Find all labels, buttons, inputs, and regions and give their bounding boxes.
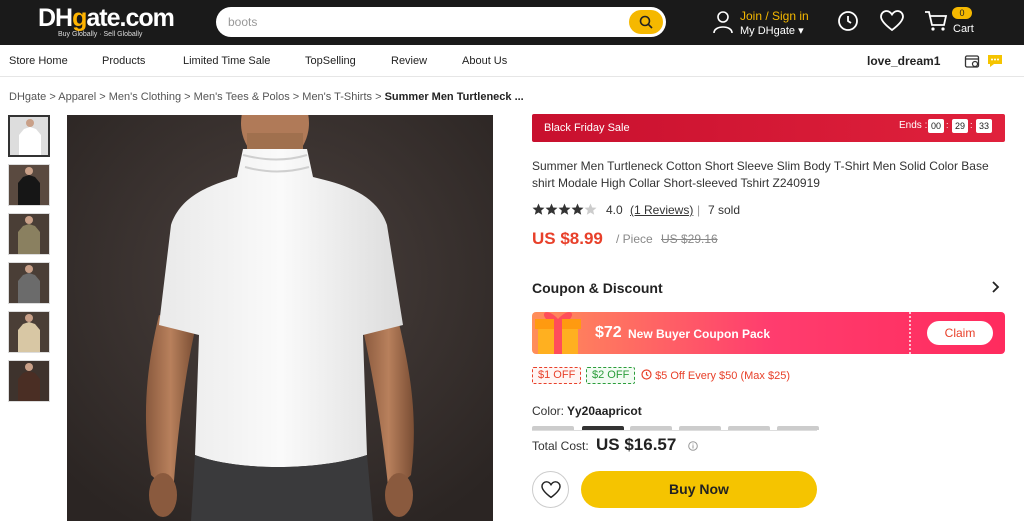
thumbnail-brown[interactable] [8, 360, 50, 402]
rating-stars [532, 203, 597, 215]
coupon-amount: $72 [595, 324, 622, 341]
thumbnail-olive[interactable] [8, 213, 50, 255]
thumbnail-black[interactable] [8, 164, 50, 206]
search-button[interactable] [629, 10, 663, 34]
nav-store-home[interactable]: Store Home [9, 55, 68, 67]
coupon-tag[interactable]: $2 OFF [586, 367, 636, 384]
divider: | [697, 203, 701, 217]
info-icon[interactable] [688, 441, 698, 451]
store-nav: Store Home Products Limited Time Sale To… [0, 45, 1024, 77]
nav-review[interactable]: Review [391, 55, 427, 67]
promotion-text: $5 Off Every $50 (Max $25) [655, 370, 790, 382]
nav-top-selling[interactable]: TopSelling [305, 55, 356, 67]
breadcrumb-item[interactable]: DHgate [9, 91, 46, 103]
store-name[interactable]: love_dream1 [867, 54, 940, 68]
chevron-down-icon: ▾ [798, 25, 804, 37]
search-icon [639, 15, 653, 29]
chat-icon[interactable] [987, 53, 1003, 69]
timer-minutes: 29 [952, 119, 968, 133]
coupon-pack-text: New Buyer Coupon Pack [628, 327, 771, 341]
original-price: US $29.16 [661, 232, 718, 246]
sold-count: 7 sold [708, 203, 741, 217]
thumbnail-beige[interactable] [8, 311, 50, 353]
coupon-perforation [909, 312, 911, 354]
main-product-image[interactable] [67, 115, 493, 521]
nav-about-us[interactable]: About Us [462, 55, 507, 67]
cart-count-badge: 0 [952, 7, 972, 19]
buy-now-button[interactable]: Buy Now [581, 471, 817, 508]
store-follow-icon[interactable] [964, 53, 980, 69]
sale-price: US $8.99 [532, 229, 603, 248]
logo-text: DHgate.com [38, 4, 175, 32]
selected-color: Yy20aapricot [567, 404, 642, 418]
search-bar [216, 7, 666, 37]
top-header: DHgate.com Buy Globally · Sell Globally … [0, 0, 1024, 45]
claim-button[interactable]: Claim [927, 321, 993, 345]
user-icon[interactable] [712, 10, 734, 34]
coupon-tag[interactable]: $1 OFF [532, 367, 582, 384]
timer-hours: 00 [928, 119, 944, 133]
flash-sale-bar: Black Friday Sale Ends : 00 : 29 : 33 [532, 114, 1005, 142]
breadcrumb-item[interactable]: Men's Clothing [109, 91, 181, 103]
clock-icon [641, 369, 652, 380]
color-label: Color: [532, 404, 565, 418]
my-dhgate-menu[interactable]: My DHgate ▾ [740, 24, 804, 37]
my-dhgate-label: My DHgate [740, 25, 796, 37]
price-unit: / Piece [616, 232, 653, 246]
timer-seconds: 33 [976, 119, 992, 133]
wishlist-heart-icon[interactable] [880, 10, 904, 32]
search-input[interactable] [228, 13, 618, 31]
join-signin-link[interactable]: Join / Sign in [740, 9, 809, 23]
logo-tagline: Buy Globally · Sell Globally [58, 31, 143, 38]
total-cost-value: US $16.57 [596, 435, 677, 454]
timer-separator: : [946, 120, 949, 130]
ends-label: Ends : [899, 120, 928, 131]
cart-label[interactable]: Cart [953, 23, 974, 35]
dhgate-logo[interactable]: DHgate.com Buy Globally · Sell Globally [38, 4, 178, 40]
timer-separator: : [970, 120, 973, 130]
gift-box-icon [535, 312, 581, 354]
reviews-link[interactable]: (1 Reviews) [630, 203, 693, 217]
sale-label: Black Friday Sale [544, 122, 630, 134]
section-divider [532, 430, 817, 431]
nav-limited-time-sale[interactable]: Limited Time Sale [183, 55, 270, 67]
heart-icon [541, 481, 561, 499]
breadcrumb-item[interactable]: Men's T-Shirts [302, 91, 372, 103]
breadcrumb-item[interactable]: Apparel [58, 91, 96, 103]
product-title: Summer Men Turtleneck Cotton Short Sleev… [532, 159, 989, 190]
promotion-rule: $5 Off Every $50 (Max $25) [641, 369, 790, 382]
total-cost-label: Total Cost: [532, 439, 589, 453]
history-icon[interactable] [836, 9, 860, 33]
breadcrumb-current: Summer Men Turtleneck ... [384, 91, 524, 103]
nav-products[interactable]: Products [102, 55, 145, 67]
rating-value: 4.0 [606, 203, 623, 217]
thumbnail-gray[interactable] [8, 262, 50, 304]
add-to-wishlist-button[interactable] [532, 471, 569, 508]
coupon-section-title[interactable]: Coupon & Discount [532, 280, 663, 296]
new-buyer-coupon-banner[interactable]: $72 New Buyer Coupon Pack Claim [532, 312, 1005, 354]
chevron-right-icon[interactable] [991, 281, 1001, 293]
cart-icon[interactable] [924, 10, 948, 32]
breadcrumb-item[interactable]: Men's Tees & Polos [194, 91, 290, 103]
thumbnail-white[interactable] [8, 115, 50, 157]
breadcrumb: DHgate > Apparel > Men's Clothing > Men'… [9, 91, 524, 103]
